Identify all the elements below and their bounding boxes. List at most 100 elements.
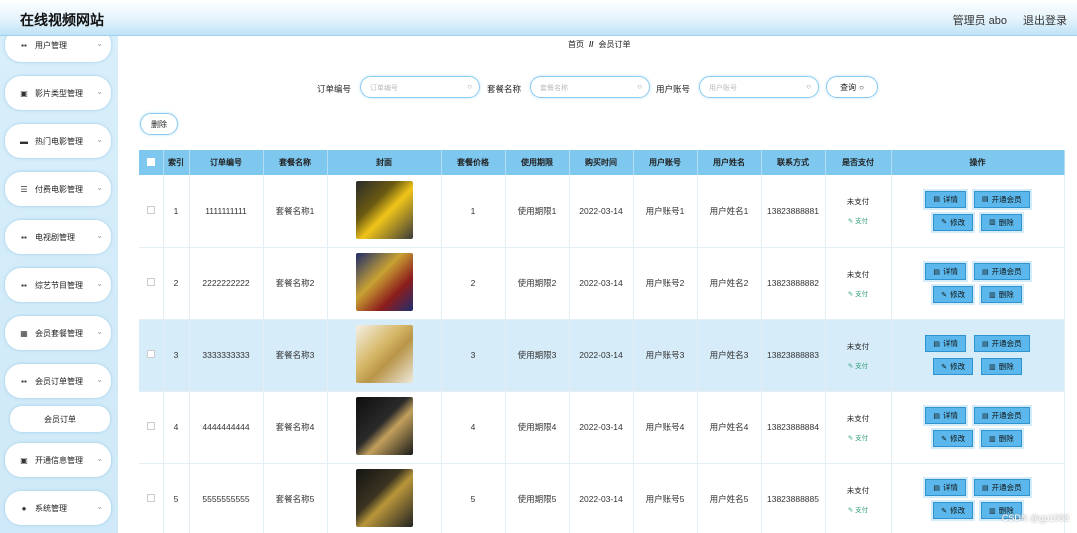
chevron-down-icon: ⌄	[96, 39, 103, 48]
edit-button[interactable]: ✎ 修改	[933, 502, 974, 519]
edit-button[interactable]: ✎ 修改	[933, 286, 974, 303]
sidebar-item-member-packages[interactable]: ▦ 会员套餐管理 ⌄	[5, 316, 111, 350]
chevron-down-icon: ⌄	[96, 135, 103, 144]
column-header: 使用期限	[505, 150, 570, 175]
cell-index: 3	[163, 319, 190, 392]
trash-icon: ▥	[989, 291, 996, 299]
orders-table: 索引 订单编号 套餐名称 封面 套餐价格 使用期限 购买时间 用户账号 用户姓名…	[139, 150, 1065, 533]
pay-link-label: 支付	[855, 506, 869, 514]
open-member-label: 开通会员	[991, 339, 1022, 348]
cell-paid: 未支付 ✎ 支付	[825, 175, 892, 248]
bulk-delete-button[interactable]: 删除	[140, 113, 178, 135]
edit-icon: ✎	[941, 219, 948, 227]
pay-link-label: 支付	[855, 218, 869, 226]
user-account-label: 用户账号	[656, 84, 691, 94]
doc-icon: ▤	[982, 268, 989, 276]
doc-icon: ▤	[933, 484, 940, 492]
sidebar-item-system[interactable]: ● 系统管理 ⌄	[5, 491, 111, 525]
cell-name: 用户姓名1	[697, 175, 762, 248]
sidebar-item-activation-info[interactable]: ▣ 开通信息管理 ⌄	[5, 443, 111, 477]
sidebar-subitem-member-orders[interactable]: 会员订单	[10, 406, 110, 432]
row-checkbox[interactable]	[139, 463, 164, 533]
edit-button[interactable]: ✎ 修改	[933, 358, 974, 375]
detail-label: 详情	[943, 194, 958, 204]
header-user-area: 管理员 abo 退出登录	[953, 12, 1067, 28]
cell-package: 套餐名称1	[263, 175, 328, 248]
cell-name: 用户姓名2	[697, 247, 762, 320]
open-member-button[interactable]: ▤ 开通会员	[974, 190, 1030, 208]
cell-name: 用户姓名5	[697, 463, 762, 533]
row-checkbox[interactable]	[139, 175, 164, 248]
open-member-button[interactable]: ▤ 开通会员	[974, 263, 1030, 280]
breadcrumb-home[interactable]: 首页	[568, 40, 584, 49]
sliders-icon: ☰	[20, 184, 28, 194]
sidebar-item-label: 综艺节目管理	[35, 280, 83, 290]
detail-label: 详情	[943, 267, 958, 276]
edit-label: 修改	[950, 362, 966, 371]
open-member-button[interactable]: ▤ 开通会员	[974, 479, 1030, 496]
search-icon: ○	[467, 82, 472, 91]
edit-label: 修改	[950, 434, 966, 443]
cell-term: 使用期限1	[505, 175, 570, 248]
column-header: 购买时间	[569, 150, 634, 175]
open-member-label: 开通会员	[991, 194, 1022, 204]
table-row: 3 3333333333 套餐名称3 3 使用期限3 2022-03-14 用户…	[139, 319, 1065, 392]
select-all-checkbox[interactable]	[139, 150, 164, 175]
detail-button[interactable]: ▤ 详情	[925, 335, 966, 352]
row-checkbox[interactable]	[139, 319, 164, 392]
row-checkbox[interactable]	[139, 391, 164, 464]
detail-button[interactable]: ▤ 详情	[925, 407, 966, 424]
trash-icon: ▥	[989, 219, 996, 227]
edit-label: 修改	[950, 217, 966, 227]
table-row: 2 2222222222 套餐名称2 2 使用期限2 2022-03-14 用户…	[139, 247, 1065, 320]
cell-actions: ▤ 详情 ▤ 开通会员 ✎ 修改 ▥ 删除	[891, 247, 1065, 320]
logout-link[interactable]: 退出登录	[1023, 12, 1067, 28]
edit-label: 修改	[950, 290, 966, 299]
cell-time: 2022-03-14	[569, 175, 634, 248]
detail-button[interactable]: ▤ 详情	[925, 190, 966, 208]
delete-label: 删除	[998, 217, 1014, 227]
row-checkbox[interactable]	[139, 247, 164, 320]
column-header: 是否支付	[825, 150, 892, 175]
delete-button[interactable]: ▥ 删除	[981, 213, 1022, 231]
sidebar-item-user-management[interactable]: ▪▪ 用户管理 ⌄	[5, 36, 111, 62]
sidebar-item-hot-movies[interactable]: ▬ 热门电影管理 ⌄	[5, 124, 111, 158]
pay-link[interactable]: ✎ 支付	[826, 360, 891, 370]
order-no-input[interactable]: 订单编号 ○	[360, 76, 480, 98]
delete-button[interactable]: ▥ 删除	[981, 358, 1022, 375]
edit-icon: ✎	[847, 218, 854, 226]
edit-icon: ✎	[847, 290, 854, 298]
sidebar-item-film-type[interactable]: ▣ 影片类型管理 ⌄	[5, 76, 111, 110]
open-member-button[interactable]: ▤ 开通会员	[974, 407, 1030, 424]
user-account-input[interactable]: 用户账号 ○	[699, 76, 819, 98]
column-header: 套餐价格	[441, 150, 506, 175]
column-header: 订单编号	[189, 150, 264, 175]
open-member-button[interactable]: ▤ 开通会员	[974, 335, 1030, 352]
cell-package: 套餐名称4	[263, 391, 328, 464]
pay-link[interactable]: ✎ 支付	[826, 288, 891, 298]
pay-link[interactable]: ✎ 支付	[826, 432, 891, 442]
delete-button[interactable]: ▥ 删除	[981, 430, 1022, 447]
edit-button[interactable]: ✎ 修改	[933, 430, 974, 447]
sidebar-item-variety-shows[interactable]: ▪▪ 综艺节目管理 ⌄	[5, 268, 111, 302]
watermark: CSDN @gp1083	[1001, 513, 1069, 523]
cover-image	[355, 469, 413, 527]
sidebar-item-member-orders[interactable]: ▪▪ 会员订单管理 ⌄	[5, 364, 111, 398]
pay-link[interactable]: ✎ 支付	[826, 215, 891, 225]
doc-icon: ▣	[20, 455, 28, 465]
detail-button[interactable]: ▤ 详情	[925, 479, 966, 496]
sidebar-item-tv-series[interactable]: ▪▪ 电视剧管理 ⌄	[5, 220, 111, 254]
detail-button[interactable]: ▤ 详情	[925, 263, 966, 280]
cell-phone: 13823888882	[761, 247, 826, 320]
query-button[interactable]: 查询 ○	[826, 76, 878, 98]
sidebar-item-paid-movies[interactable]: ☰ 付费电影管理 ⌄	[5, 172, 111, 206]
edit-icon: ✎	[941, 363, 948, 371]
cell-paid: 未支付 ✎ 支付	[825, 247, 892, 320]
delete-button[interactable]: ▥ 删除	[981, 286, 1022, 303]
cover-image	[355, 180, 413, 239]
edit-button[interactable]: ✎ 修改	[933, 213, 974, 231]
cell-cover	[327, 463, 442, 533]
doc-icon: ▤	[982, 196, 989, 204]
pay-link[interactable]: ✎ 支付	[826, 504, 891, 514]
package-name-input[interactable]: 套餐名称 ○	[530, 76, 650, 98]
